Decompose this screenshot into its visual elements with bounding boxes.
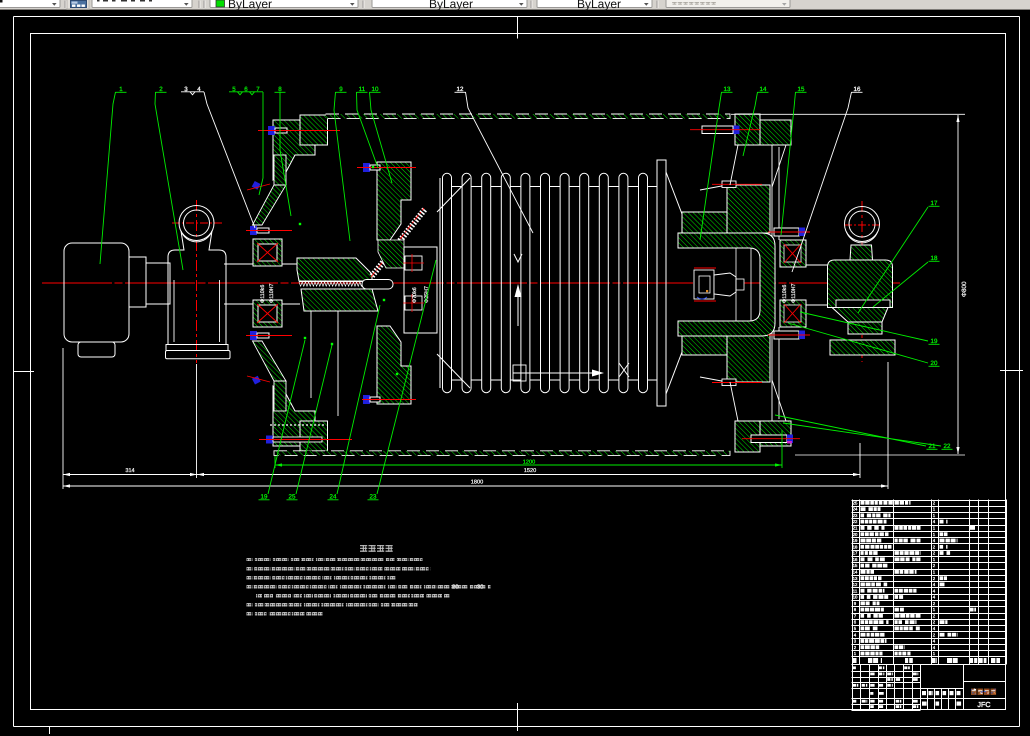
svg-text:Φ110H7: Φ110H7 [269,284,275,303]
svg-text:10: 10 [853,595,858,600]
svg-text:Φ110k6: Φ110k6 [782,285,788,303]
svg-text:Φ70k6: Φ70k6 [412,287,418,303]
svg-text:16: 16 [853,557,858,562]
svg-text:1520: 1520 [524,468,536,474]
svg-text:18: 18 [853,544,858,549]
svg-text:11: 11 [853,588,858,593]
svg-text:ByLayer: ByLayer [429,0,473,11]
svg-text:314: 314 [125,468,134,474]
svg-text:1200: 1200 [523,460,535,466]
svg-text:14: 14 [853,569,858,574]
svg-text:21: 21 [853,526,858,531]
svg-text:23: 23 [853,513,858,518]
svg-text:Φ800: Φ800 [961,281,968,297]
svg-text:20: 20 [853,532,858,537]
svg-text:13: 13 [853,576,858,581]
svg-text:15: 15 [853,563,858,568]
svg-text:24: 24 [853,507,858,512]
svg-text:Φ110H7: Φ110H7 [791,284,797,303]
svg-text:ByLayer: ByLayer [577,0,621,11]
svg-text:19: 19 [853,538,858,543]
svg-text:1800: 1800 [471,480,483,486]
svg-text:Φ110k6: Φ110k6 [260,285,266,303]
svg-text:JFC: JFC [977,700,990,709]
svg-text:12: 12 [853,582,858,587]
svg-text:ByLayer: ByLayer [228,0,272,11]
svg-text:17: 17 [853,551,858,556]
svg-text:22: 22 [853,519,858,524]
svg-text:25: 25 [853,500,858,505]
